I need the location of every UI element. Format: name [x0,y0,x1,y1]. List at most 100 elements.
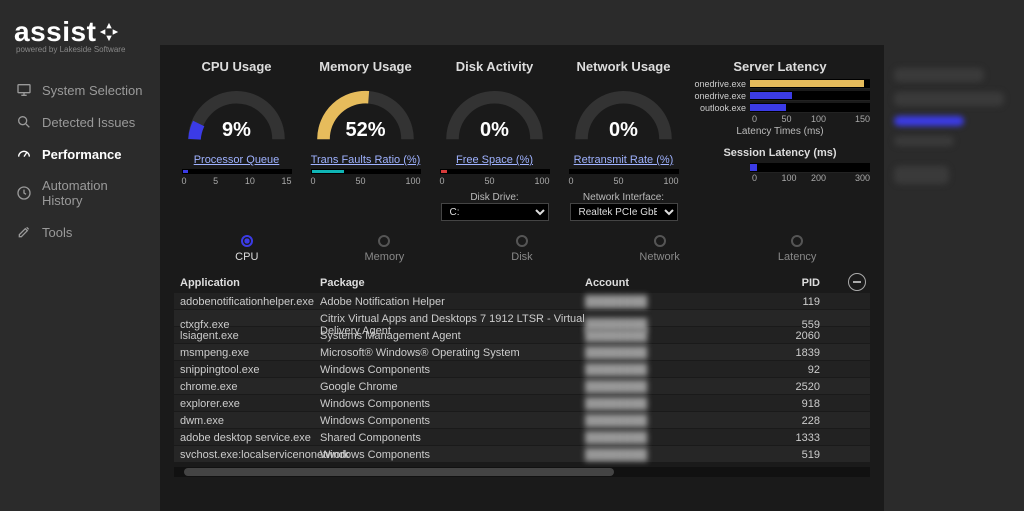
horizontal-scrollbar[interactable] [174,467,870,477]
right-panel-blurred [894,68,1019,184]
col-pid[interactable]: PID [750,277,820,289]
cell-account: ████████ [585,381,750,393]
disk-drive-label: Disk Drive: [470,192,518,203]
table-body: adobenotificationhelper.exeAdobe Notific… [174,293,870,463]
radio-icon [654,235,666,247]
retransmit-bar [569,169,679,174]
cell-pkg: Google Chrome [320,381,585,393]
table-row[interactable]: adobe desktop service.exeShared Componen… [174,429,870,446]
trans-faults-link[interactable]: Trans Faults Ratio (%) [311,154,421,166]
logo-icon [98,21,120,43]
gauge-title: Memory Usage [319,59,411,74]
network-iface-select[interactable]: Realtek PCIe GbE F [570,203,678,221]
resource-tabs: CPU Memory Disk Network Latency [174,235,870,263]
history-icon [16,185,32,201]
retransmit-link[interactable]: Retransmit Rate (%) [574,154,674,166]
cell-app: dwm.exe [180,415,320,427]
cell-app: lsiagent.exe [180,330,320,342]
session-latency-axis: 0100200300 [690,173,870,183]
cell-account: ████████ [585,432,750,444]
table-row[interactable]: dwm.exeWindows Components████████228 [174,412,870,429]
gauge-value: 0% [442,119,547,142]
axis: 051015 [182,176,292,186]
cell-pkg: Windows Components [320,449,585,461]
sidebar-item-detected-issues[interactable]: Detected Issues [8,106,152,138]
nav-label: Tools [42,225,72,240]
logo: assist powered by Lakeside Software [8,12,152,56]
monitor-icon [16,82,32,98]
cell-account: ████████ [585,364,750,376]
table-row[interactable]: snippingtool.exeWindows Components██████… [174,361,870,378]
cell-app: explorer.exe [180,398,320,410]
cell-app: snippingtool.exe [180,364,320,376]
session-latency-bar [690,163,870,173]
tab-cpu[interactable]: CPU [192,235,302,263]
gauge-title: Network Usage [577,59,671,74]
server-latency-caption: Latency Times (ms) [736,126,823,137]
sidebar: assist powered by Lakeside Software Syst… [0,0,160,511]
gauge-value: 9% [184,119,289,142]
cell-pkg: Windows Components [320,415,585,427]
sidebar-item-automation-history[interactable]: Automation History [8,170,152,216]
main-panel: CPU Usage 9% Processor Queue 051015 Memo… [160,45,884,511]
latency-row: onedrive.exe [690,78,870,90]
table-row[interactable]: adobenotificationhelper.exeAdobe Notific… [174,293,870,310]
server-latency-title: Server Latency [733,59,826,74]
col-account[interactable]: Account [585,277,750,289]
gauge-icon [16,146,32,162]
table-header: Application Package Account PID [174,273,870,293]
gauge-cpu: CPU Usage 9% Processor Queue 051015 [174,59,299,221]
cell-pid: 92 [750,364,820,376]
session-latency-title: Session Latency (ms) [723,147,836,159]
collapse-button[interactable] [848,273,866,291]
gauge-title: CPU Usage [201,59,271,74]
cell-pid: 228 [750,415,820,427]
cell-account: ████████ [585,347,750,359]
tab-memory[interactable]: Memory [329,235,439,263]
tab-network[interactable]: Network [605,235,715,263]
radio-icon [791,235,803,247]
table-row[interactable]: lsiagent.exeSystems Management Agent████… [174,327,870,344]
nav-label: System Selection [42,83,142,98]
gauge-value: 52% [313,119,418,142]
cell-app: msmpeng.exe [180,347,320,359]
search-icon [16,114,32,130]
sidebar-item-tools[interactable]: Tools [8,216,152,248]
sidebar-item-performance[interactable]: Performance [8,138,152,170]
table-row[interactable]: ctxgfx.exeCitrix Virtual Apps and Deskto… [174,310,870,327]
gauge-value: 0% [571,119,676,142]
cell-account: ████████ [585,330,750,342]
tab-disk[interactable]: Disk [467,235,577,263]
table-row[interactable]: msmpeng.exeMicrosoft® Windows® Operating… [174,344,870,361]
nav-label: Automation History [42,178,144,208]
cell-pkg: Microsoft® Windows® Operating System [320,347,585,359]
radio-icon [241,235,253,247]
cell-app: chrome.exe [180,381,320,393]
processor-queue-link[interactable]: Processor Queue [194,154,280,166]
gauge-title: Disk Activity [456,59,534,74]
disk-drive-select[interactable]: C: [441,203,549,221]
cell-pkg: Windows Components [320,398,585,410]
table-row[interactable]: chrome.exeGoogle Chrome████████2520 [174,378,870,395]
latency-column: Server Latency onedrive.exe onedrive.exe… [690,59,870,221]
tab-latency[interactable]: Latency [742,235,852,263]
cell-pkg: Windows Components [320,364,585,376]
cell-account: ████████ [585,449,750,461]
free-space-link[interactable]: Free Space (%) [456,154,533,166]
sidebar-item-system-selection[interactable]: System Selection [8,74,152,106]
axis: 050100 [569,176,679,186]
server-latency-axis: 050100150 [690,114,870,124]
cell-pid: 918 [750,398,820,410]
col-application[interactable]: Application [180,277,320,289]
cell-pkg: Systems Management Agent [320,330,585,342]
table-row[interactable]: svchost.exe:localservicenonetworkWindows… [174,446,870,463]
table-row[interactable]: explorer.exeWindows Components████████91… [174,395,870,412]
network-iface-label: Network Interface: [583,192,664,203]
gauge-network: Network Usage 0% Retransmit Rate (%) 050… [561,59,686,221]
logo-text: assist [14,16,96,48]
cell-app: svchost.exe:localservicenonetwork [180,449,320,461]
col-package[interactable]: Package [320,277,585,289]
radio-icon [378,235,390,247]
nav: System Selection Detected Issues Perform… [8,74,152,248]
free-space-bar [440,169,550,174]
